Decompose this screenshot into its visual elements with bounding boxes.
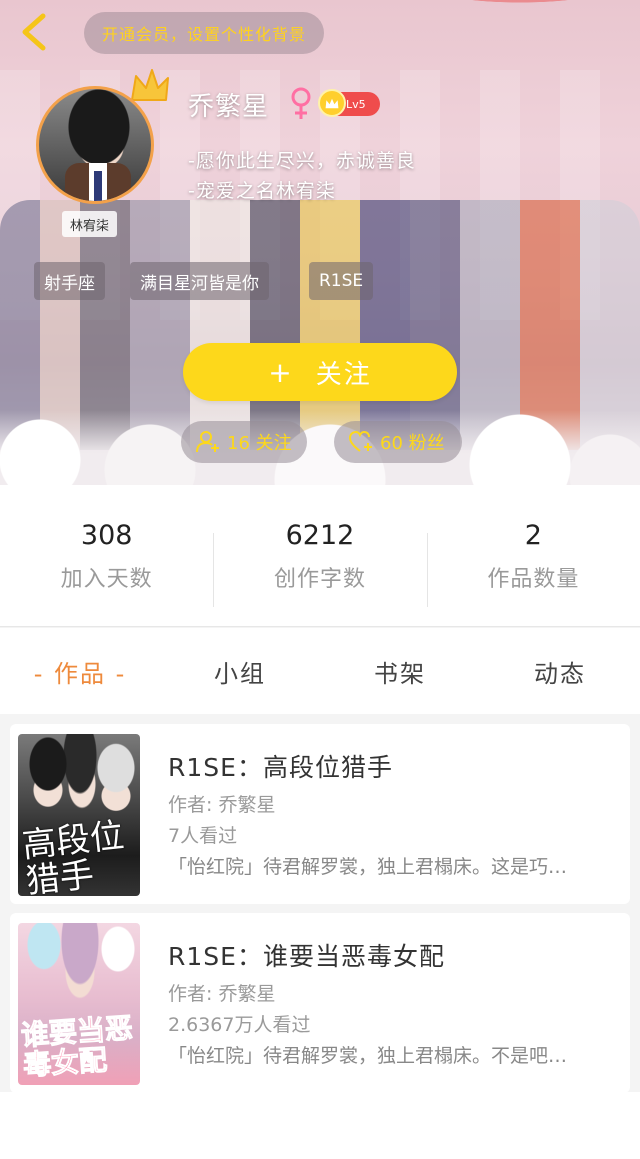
fans-count-label: 60 粉丝 — [380, 433, 445, 454]
work-title: R1SE：谁要当恶毒女配 — [168, 942, 445, 971]
stat-value: 2 — [524, 519, 542, 551]
back-button[interactable] — [14, 12, 54, 52]
tab-bookshelf[interactable]: 书架 — [320, 654, 480, 689]
crown-icon — [131, 69, 169, 101]
work-description: 「怡红院」待君解罗裳，独上君榻床。这是巧… — [168, 856, 568, 878]
user-plus-icon — [196, 431, 219, 453]
work-description: 「怡红院」待君解罗裳，独上君榻床。不是吧… — [168, 1045, 568, 1067]
stat-label: 作品数量 — [487, 566, 580, 592]
book-cover: 高段位猎手 — [18, 734, 140, 896]
stat-value: 308 — [80, 519, 133, 551]
following-count-label: 16 关注 — [227, 433, 292, 454]
vip-background-banner[interactable]: 开通会员，设置个性化背景 — [84, 12, 325, 54]
tab-groups[interactable]: 小组 — [160, 654, 320, 689]
book-cover: 谁要当恶毒女配 — [18, 923, 140, 1085]
profile-tabs: - 作品 - 小组 书架 动态 — [0, 628, 640, 714]
stat-label: 加入天数 — [60, 566, 153, 592]
work-views: 2.6367万人看过 — [168, 1014, 311, 1036]
heart-plus-icon — [348, 430, 372, 452]
work-author: 作者: 乔繁星 — [168, 794, 276, 816]
work-title: R1SE：高段位猎手 — [168, 753, 393, 782]
profile-tag: R1SE — [309, 262, 374, 300]
profile-tag: 射手座 — [34, 262, 105, 300]
stat-label: 创作字数 — [273, 566, 366, 592]
profile-tag: 满目星河皆是你 — [130, 262, 269, 300]
plus-icon: + — [268, 355, 294, 389]
tab-works[interactable]: - 作品 - — [0, 654, 160, 689]
stats-bar: 308 加入天数 6212 创作字数 2 作品数量 — [0, 485, 640, 627]
avatar-caption: 林宥柒 — [62, 211, 118, 237]
level-crown-icon — [318, 89, 346, 117]
level-text: Lv5 — [346, 97, 366, 111]
list-item[interactable]: 高段位猎手 R1SE：高段位猎手 作者: 乔繁星 7人看过 「怡红院」待君解罗裳… — [10, 724, 630, 904]
following-count-button[interactable]: 16 关注 — [181, 421, 307, 463]
chevron-left-icon — [22, 13, 46, 51]
list-item[interactable]: 谁要当恶毒女配 R1SE：谁要当恶毒女配 作者: 乔繁星 2.6367万人看过 … — [10, 913, 630, 1093]
work-views: 7人看过 — [168, 825, 238, 847]
profile-hero: 开通会员，设置个性化背景 林宥柒 乔繁星 Lv5 -愿你此生尽兴，赤诚善良 -宠… — [0, 0, 640, 485]
cover-title: 谁要当恶毒女配 — [19, 1011, 134, 1083]
bottom-spacer — [0, 1092, 640, 1159]
stat-works-count: 2 作品数量 — [426, 485, 640, 626]
vip-banner-text: 开通会员，设置个性化背景 — [102, 25, 307, 44]
background-clouds — [0, 410, 640, 485]
avatar[interactable] — [36, 86, 154, 204]
follow-button-label: 关注 — [315, 359, 372, 390]
bio-line-2: -宠爱之名林宥柒 — [188, 180, 336, 202]
cover-title: 高段位猎手 — [20, 815, 126, 896]
tab-activity[interactable]: 动态 — [480, 654, 640, 689]
fans-count-button[interactable]: 60 粉丝 — [334, 421, 462, 463]
level-badge: Lv5 — [318, 89, 380, 117]
stat-days-joined: 308 加入天数 — [0, 485, 213, 626]
stat-value: 6212 — [285, 519, 355, 551]
female-gender-icon — [291, 87, 311, 119]
avatar-tie — [94, 171, 102, 201]
stat-words-written: 6212 创作字数 — [213, 485, 426, 626]
work-author: 作者: 乔繁星 — [168, 983, 276, 1005]
bio-line-1: -愿你此生尽兴，赤诚善良 — [188, 150, 416, 172]
username: 乔繁星 — [188, 92, 270, 122]
follow-button[interactable]: + 关注 — [183, 343, 457, 401]
